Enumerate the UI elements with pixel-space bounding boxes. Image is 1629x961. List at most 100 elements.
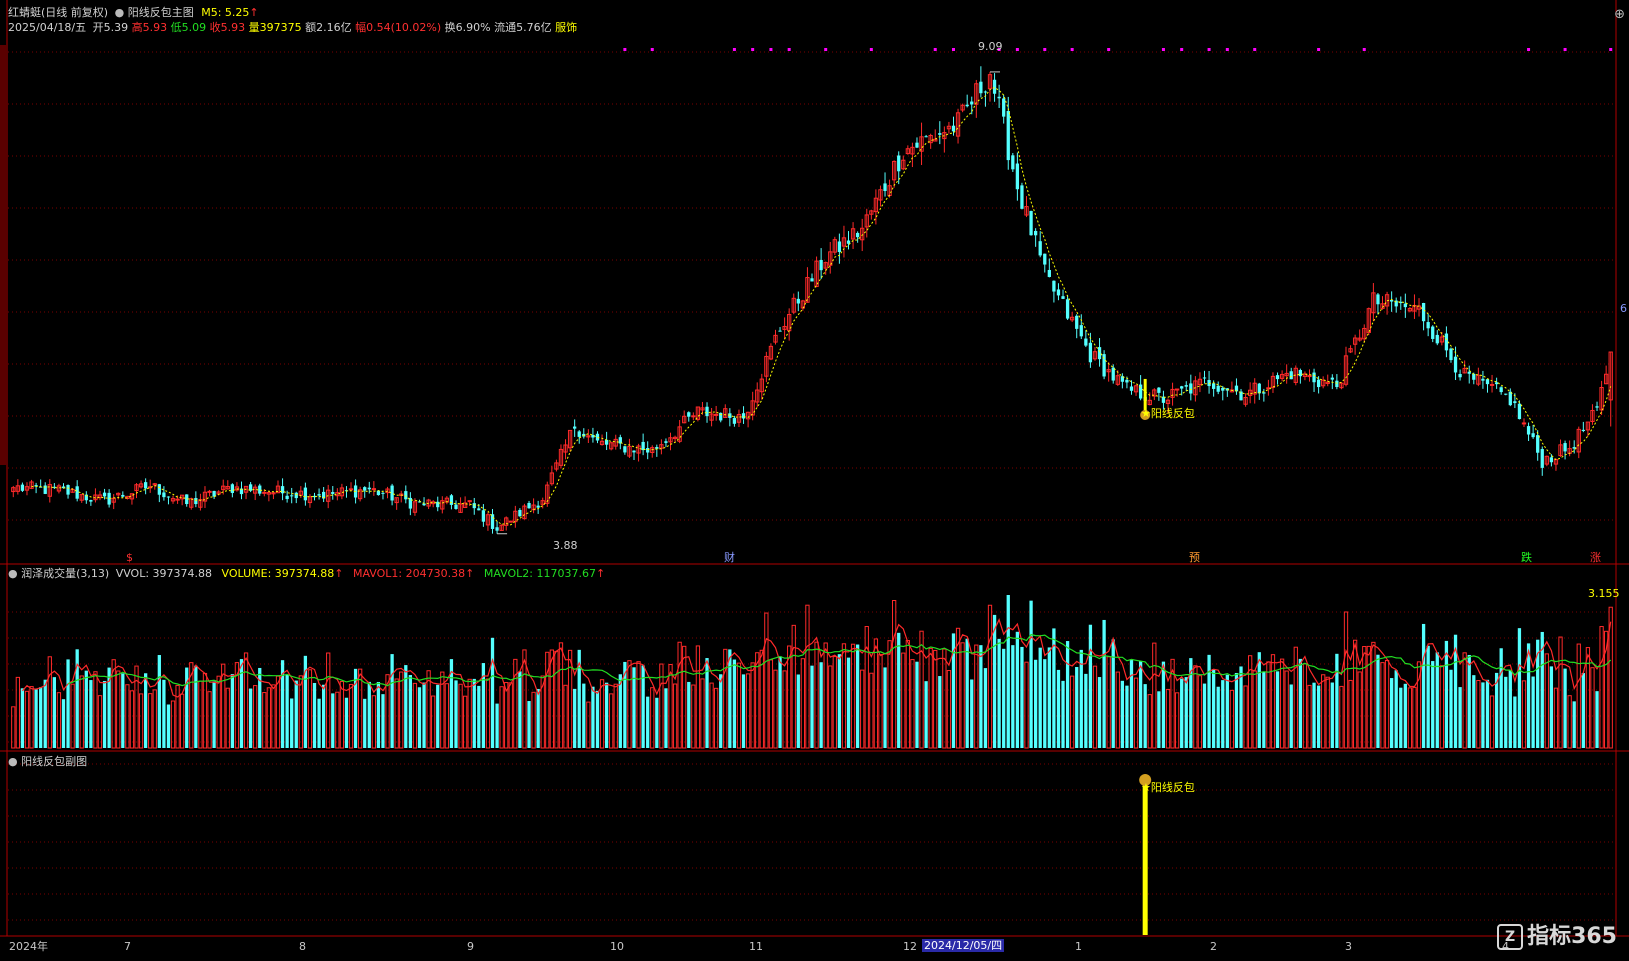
candle-down [121,494,125,497]
volume-bar-up [1599,626,1604,749]
volume-bar-up [832,656,837,749]
candle-down [527,502,531,509]
volume-bar-down [1207,654,1211,748]
main-indicator-name[interactable]: 阳线反包主图 [128,6,194,19]
volume-bar-up [1284,670,1289,749]
volume-bar-up [1357,671,1362,749]
mavol1-value: MAVOL1: 204730.38 [353,567,466,580]
volume-bar-down [687,681,691,748]
volume-bar-up [745,673,751,749]
volume-bar-down [285,674,289,748]
candle-down [778,330,782,332]
close-label: 收 [209,21,221,34]
left-tab-strip[interactable] [0,45,7,465]
event-label-finance[interactable]: 财 [724,551,735,564]
candle-down [1389,300,1394,302]
volume-bar-down [1595,691,1599,748]
indicator-dot-icon[interactable]: ● [8,755,18,768]
volume-bar-up [298,675,303,749]
candle-down [303,487,308,501]
event-label-forecast[interactable]: 预 [1189,551,1200,564]
right-axis-label: 6 [1620,302,1627,315]
candle-down [992,79,997,94]
candle-down [1257,383,1261,394]
volume-bar-down [938,676,942,748]
volume-bar-down [89,680,93,748]
candle-down [1038,241,1042,256]
volume-bar-down [102,680,107,748]
volume-bar-up [1252,670,1257,749]
candle-down [518,509,522,517]
volume-bar-down [436,684,440,748]
candle-down [290,495,294,497]
volume-bar-up [1092,665,1098,749]
volume-bar-up [1489,695,1495,749]
candle-down [1289,371,1293,380]
signal-marker [1362,48,1366,51]
volume-bar-up [860,669,865,749]
candle-down [1298,370,1303,377]
volume-bar-down [582,683,586,748]
volume-indicator-name[interactable]: 润泽成交量(3,13) [21,567,109,580]
candle-up [207,490,212,493]
volume-bar-down [417,687,422,748]
volume-bar-up [910,659,915,749]
event-label-rise[interactable]: 涨 [1590,551,1601,564]
volume-bar-down [1216,686,1220,748]
volume-bar-up [672,683,678,749]
indicator-dot-icon[interactable]: ● [8,567,18,580]
volume-bar-up [773,669,778,749]
volume-bar-up [116,670,121,749]
candle-down [1216,385,1220,392]
candle-down [495,527,499,531]
time-label-dec: 12 [903,940,917,953]
volume-bar-up [650,687,655,749]
signal-marker [1253,48,1257,51]
volume-bar-down [1394,670,1398,748]
candle-down [1125,379,1129,383]
volume-bar-up [1321,674,1326,749]
volume-bar-up [695,645,701,749]
volume-bar-down [1202,683,1207,748]
volume-bar-up [444,683,450,749]
volume-bar-down [1289,684,1293,748]
stock-chart[interactable] [0,0,1629,961]
volume-bar-down [1376,654,1380,748]
candle-down [1275,375,1280,380]
candle-down [20,484,25,491]
sector-label[interactable]: 服饰 [555,21,577,34]
candle-down [970,101,974,105]
candle-down [1262,392,1266,394]
volume-bar-up [1544,653,1549,749]
volume-bar-up [79,675,84,749]
indicator-dot-icon[interactable]: ● [115,6,125,19]
volume-bar-up [1270,654,1276,749]
volume-bar-up [1366,645,1371,749]
volume-bar-down [536,688,540,748]
event-label-fall[interactable]: 跌 [1521,551,1532,564]
volume-bar-down [1531,676,1535,748]
candle-down [1531,433,1535,438]
candle-down [1011,155,1015,170]
volume-bar-down [166,704,171,748]
volume-bar-up [508,682,513,749]
volume-bar-up [782,670,787,749]
close-panel-icon[interactable]: ⊕ [1614,8,1625,21]
candle-down [157,484,161,495]
volume-bar-down [66,659,70,748]
volume-bar-down [162,679,166,748]
event-label-dividend[interactable]: $ [126,551,133,564]
time-cursor-date[interactable]: 2024/12/05/四 [922,939,1005,952]
volume-bar-up [682,645,687,749]
candle-up [262,491,267,494]
sub-indicator-name[interactable]: 阳线反包副图 [21,755,87,768]
candle-down [646,448,650,453]
time-label-aug: 8 [299,940,306,953]
candle-down [641,441,645,451]
volume-bar-down [1316,685,1321,748]
time-label-jan: 1 [1075,940,1082,953]
candle-up [1489,383,1495,386]
volume-bar-down [61,699,66,748]
volume-bar-down [1075,667,1079,748]
volume-bar-up [1590,667,1595,749]
